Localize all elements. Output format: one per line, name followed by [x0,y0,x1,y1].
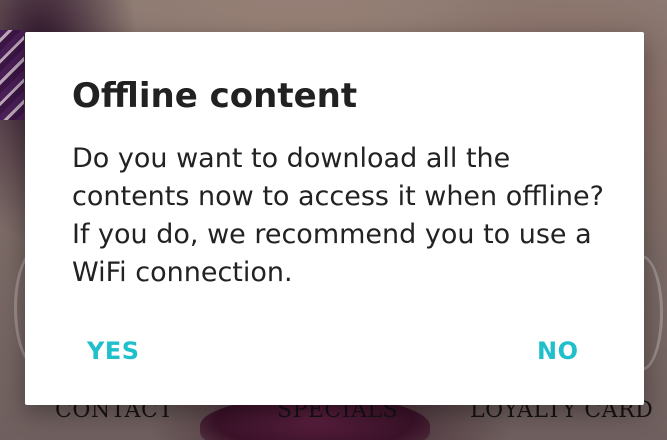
yes-button[interactable]: YES [87,332,140,370]
no-button[interactable]: NO [537,332,579,370]
offline-content-dialog: Offline content Do you want to download … [25,32,644,405]
dialog-title: Offline content [72,76,358,116]
background-photo-detail [0,30,24,120]
dialog-message: Do you want to download all the contents… [72,143,604,288]
